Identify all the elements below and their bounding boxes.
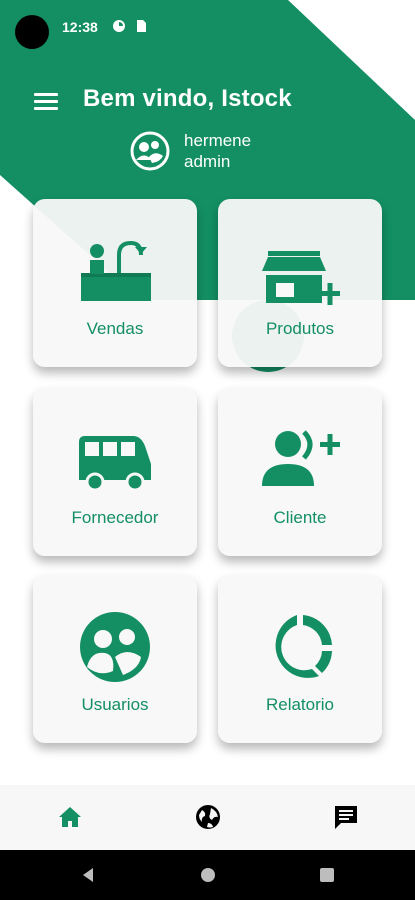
card-cliente[interactable]: Cliente bbox=[218, 388, 382, 556]
menu-button[interactable] bbox=[32, 88, 60, 116]
card-label: Cliente bbox=[273, 508, 327, 527]
card-label: Fornecedor bbox=[71, 508, 159, 527]
home-icon[interactable] bbox=[55, 802, 85, 832]
sales-basket-icon bbox=[81, 240, 151, 301]
app-header: Bem vindo, Istock bbox=[0, 80, 415, 128]
sync-status-icon bbox=[113, 20, 125, 32]
back-icon[interactable] bbox=[79, 866, 97, 884]
store-add-icon bbox=[262, 251, 340, 305]
home-circle-icon[interactable] bbox=[199, 866, 217, 884]
van-icon bbox=[79, 436, 151, 492]
card-label: Relatorio bbox=[265, 695, 335, 714]
user-avatar-icon bbox=[130, 131, 170, 171]
recents-icon[interactable] bbox=[318, 866, 336, 884]
status-time: 12:38 bbox=[62, 19, 98, 35]
card-fornecedor[interactable]: Fornecedor bbox=[33, 388, 197, 556]
group-icon bbox=[80, 612, 150, 682]
status-bar: 12:38 bbox=[0, 0, 415, 56]
system-navigation-bar bbox=[0, 850, 415, 900]
chat-icon[interactable] bbox=[331, 802, 361, 832]
card-relatorio[interactable]: Relatorio bbox=[218, 575, 382, 743]
card-label: Produtos bbox=[265, 319, 335, 338]
card-vendas[interactable]: Vendas bbox=[33, 199, 197, 367]
person-add-icon bbox=[262, 430, 340, 486]
bottom-navigation bbox=[0, 785, 415, 850]
card-produtos[interactable]: Produtos bbox=[218, 199, 382, 367]
globe-icon[interactable] bbox=[193, 802, 223, 832]
sim-card-icon bbox=[137, 20, 146, 32]
camera-cutout bbox=[15, 15, 49, 49]
user-role: admin bbox=[184, 152, 231, 171]
donut-chart-icon bbox=[275, 615, 332, 678]
card-label: Usuarios bbox=[81, 695, 149, 714]
card-usuarios[interactable]: Usuarios bbox=[33, 575, 197, 743]
user-name: hermene bbox=[184, 131, 252, 150]
card-label: Vendas bbox=[86, 319, 144, 338]
welcome-title: Bem vindo, Istock bbox=[83, 85, 292, 112]
